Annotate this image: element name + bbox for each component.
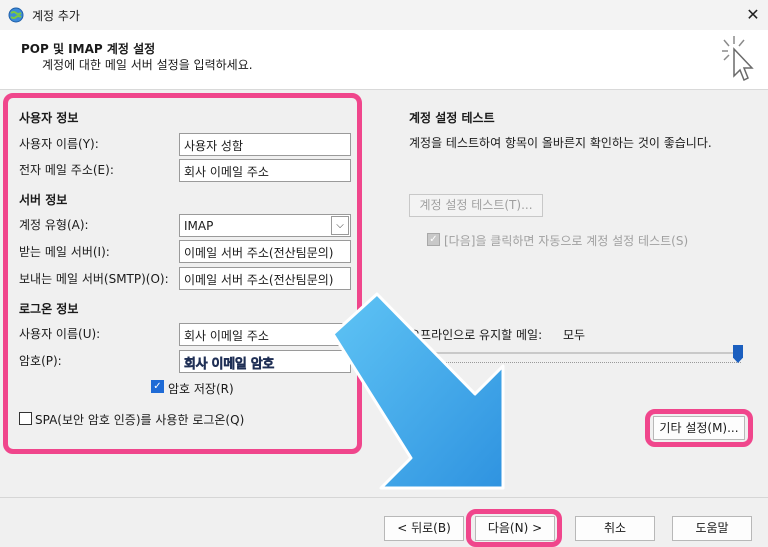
offline-slider-thumb[interactable] <box>733 345 743 363</box>
auto-test-checkbox[interactable]: ✓ <box>427 233 440 246</box>
close-icon[interactable]: ✕ <box>740 2 766 28</box>
auto-test-label: [다음]을 클릭하면 자동으로 계정 설정 테스트(S) <box>444 234 689 248</box>
window-title: 계정 추가 <box>32 9 80 23</box>
pointer-arrow-icon <box>331 292 505 490</box>
test-account-button[interactable]: 계정 설정 테스트(T)... <box>409 194 543 217</box>
page-subtitle: 계정에 대한 메일 서버 설정을 입력하세요. <box>42 58 253 72</box>
offline-value: 모두 <box>563 328 586 342</box>
highlight-left-panel <box>3 93 362 454</box>
title-bar: 계정 추가 ✕ <box>0 0 768 30</box>
test-description: 계정을 테스트하여 항목이 올바른지 확인하는 것이 좋습니다. <box>409 136 712 150</box>
highlight-more-settings <box>645 409 753 447</box>
cancel-button[interactable]: 취소 <box>575 516 655 541</box>
wizard-header: POP 및 IMAP 계정 설정 계정에 대한 메일 서버 설정을 입력하세요. <box>0 30 768 90</box>
help-button[interactable]: 도움말 <box>672 516 752 541</box>
highlight-next-button <box>466 509 562 547</box>
page-title: POP 및 IMAP 계정 설정 <box>21 42 156 56</box>
globe-icon <box>8 7 24 23</box>
back-button[interactable]: < 뒤로(B) <box>384 516 464 541</box>
cursor-click-icon <box>722 36 754 82</box>
test-heading: 계정 설정 테스트 <box>409 111 495 125</box>
